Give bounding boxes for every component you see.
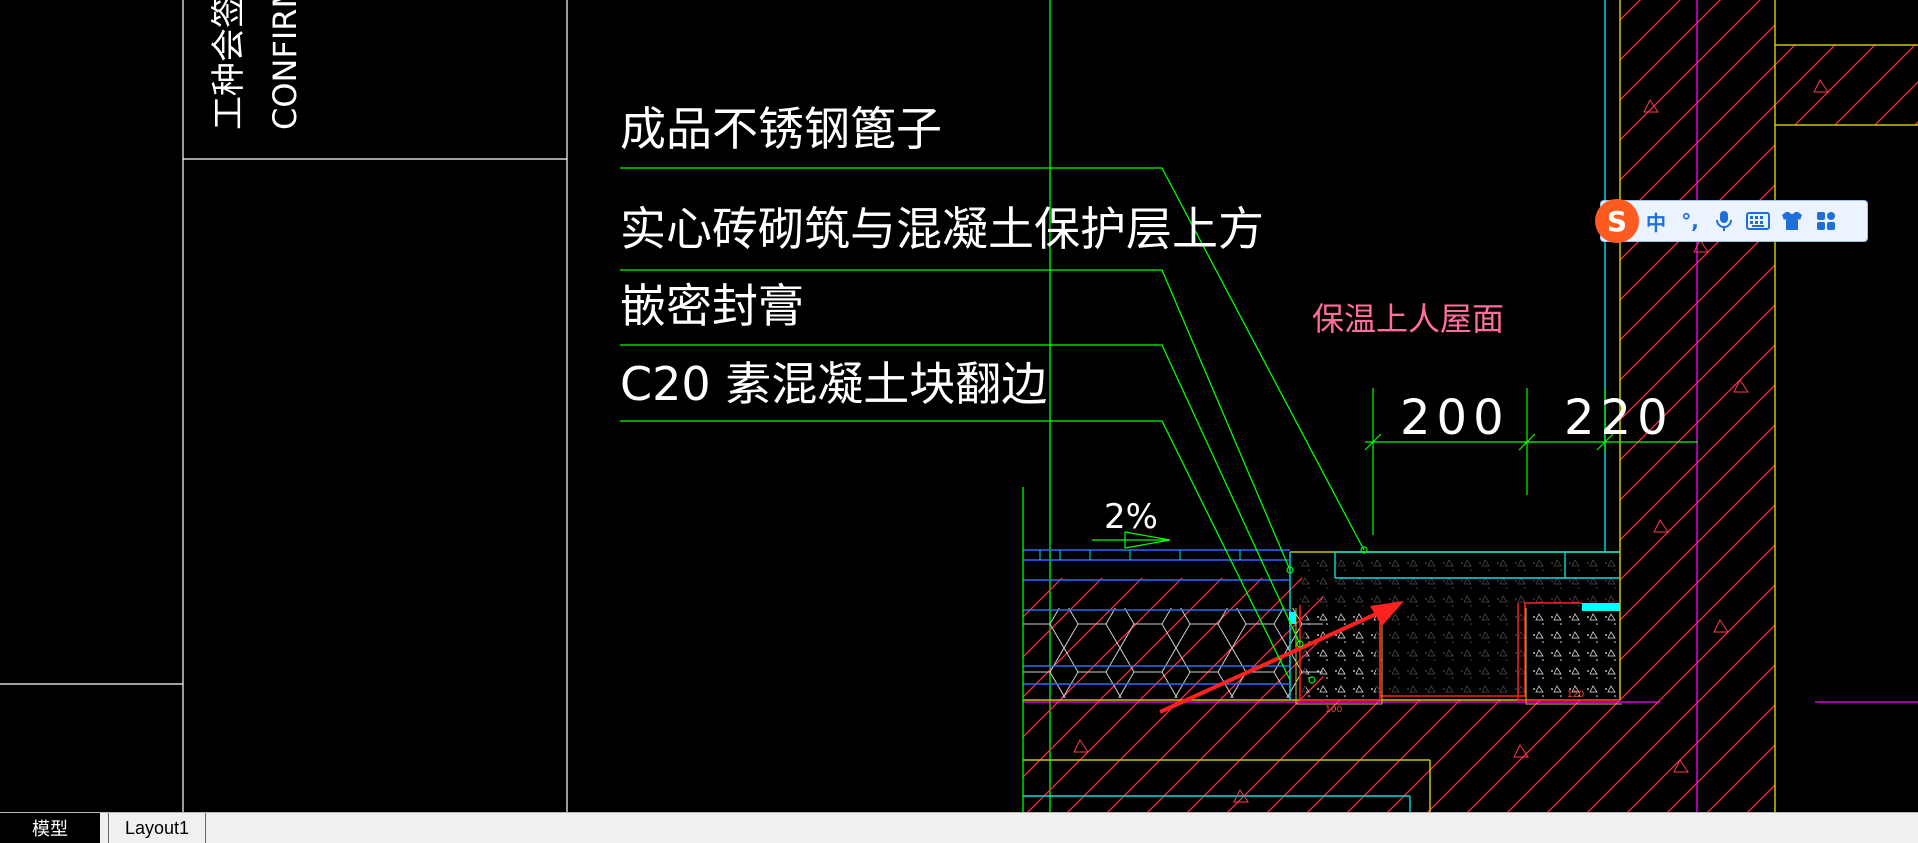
ime-punct-button[interactable]: °,: [1673, 201, 1707, 241]
label-c20: C20 素混凝土块翻边: [620, 357, 1047, 411]
layout-tab-bar: 模型 Layout1: [0, 812, 1918, 843]
tab-model-label: 模型: [32, 819, 68, 839]
tab-layout1[interactable]: Layout1: [108, 813, 206, 843]
keyboard-icon[interactable]: [1741, 201, 1775, 241]
small-dim-1: 100: [1325, 705, 1342, 715]
sign-text: 工种会签 / 日: [209, 0, 249, 130]
ime-toolbar[interactable]: S 中 °,: [1595, 199, 1868, 243]
roof-joints: [1039, 550, 1241, 560]
dim-200-label: 200: [1400, 390, 1510, 446]
slope-label: 2%: [1104, 497, 1158, 537]
dim-220-label: 220: [1564, 390, 1674, 446]
tab-model[interactable]: 模型: [0, 813, 100, 843]
tab-layout1-label: Layout1: [124, 817, 190, 838]
cad-canvas[interactable]: 工种会签 / 日 CONFIRM 成品不锈钢篦子 实心砖砌筑与混凝土保护层上方 …: [0, 0, 1918, 812]
ime-logo[interactable]: S: [1595, 199, 1639, 243]
label-masonry: 实心砖砌筑与混凝土保护层上方: [620, 202, 1264, 256]
skin-icon[interactable]: [1775, 201, 1809, 241]
toolbox-icon[interactable]: [1809, 201, 1843, 241]
sealant-strip: [1582, 603, 1620, 611]
confirm-text: CONFIRM: [266, 0, 304, 130]
label-grate: 成品不锈钢篦子: [620, 102, 942, 156]
label-sealant: 嵌密封膏: [620, 279, 804, 333]
microphone-icon[interactable]: [1707, 201, 1741, 241]
ime-lang-button[interactable]: 中: [1639, 201, 1673, 241]
small-dim-2: 120: [1567, 690, 1584, 700]
roof-note: 保温上人屋面: [1312, 300, 1504, 338]
